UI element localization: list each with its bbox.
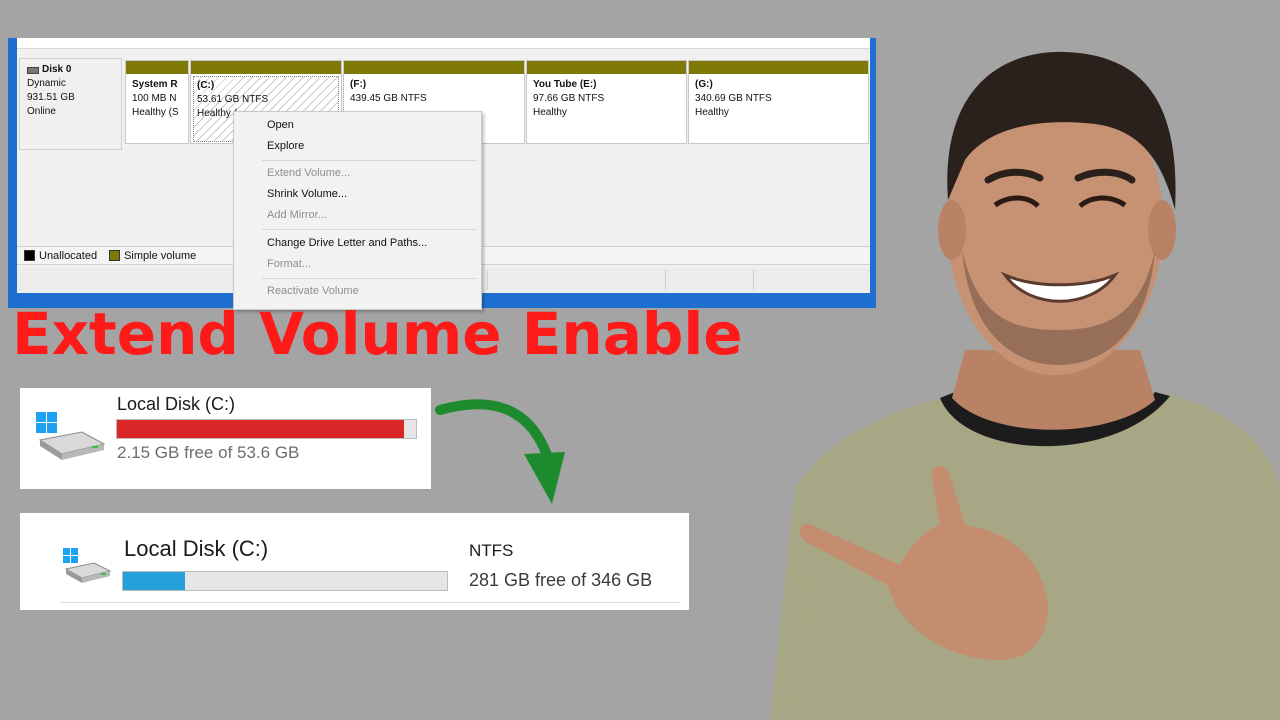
hard-drive-icon [36, 412, 106, 460]
menu-item-change-drive-letter[interactable]: Change Drive Letter and Paths... [267, 237, 427, 249]
menu-separator [262, 229, 477, 230]
menu-item-format[interactable]: Format... [267, 258, 311, 270]
menu-item-open[interactable]: Open [267, 119, 294, 131]
green-arrow-icon [435, 399, 565, 504]
partition-type-bar [191, 61, 341, 74]
partition-status: Healthy (S [132, 107, 179, 118]
disk-info-panel[interactable]: Disk 0 Dynamic 931.51 GB Online [19, 58, 122, 150]
menu-separator [262, 160, 477, 161]
partition-size: 53.61 GB NTFS [197, 94, 269, 105]
partition-name: (C:) [197, 80, 215, 91]
disk-name: Disk 0 [42, 64, 72, 75]
hard-drive-icon [63, 548, 112, 583]
partition-name: System R [132, 79, 178, 90]
partition-type-bar [344, 61, 524, 74]
drive-free-space: 281 GB free of 346 GB [469, 570, 653, 590]
drive-title: Local Disk (C:) [124, 536, 269, 561]
status-divider [665, 270, 666, 290]
legend-simple-volume: Simple volume [109, 250, 196, 262]
legend-swatch [24, 250, 35, 261]
menu-item-shrink-volume[interactable]: Shrink Volume... [267, 188, 347, 200]
drive-free-space: 2.15 GB free of 53.6 GB [117, 443, 300, 462]
row-divider [60, 602, 680, 603]
drive-usage-fill [117, 420, 405, 438]
legend-unallocated: Unallocated [24, 250, 97, 262]
partition-size: 439.45 GB NTFS [350, 93, 427, 104]
presenter-photo [770, 51, 1280, 720]
partition-e[interactable]: You Tube (E:) 97.66 GB NTFS Healthy [526, 60, 687, 144]
partition-type-bar [126, 61, 188, 74]
partition-size: 100 MB N [132, 93, 177, 104]
drive-card-after[interactable]: Local Disk (C:) NTFS 281 GB free of 346 … [20, 513, 689, 610]
legend-swatch [109, 250, 121, 261]
drive-filesystem: NTFS [469, 541, 514, 560]
status-divider [487, 270, 488, 290]
disk-size: 931.51 GB [27, 92, 75, 103]
partition-name: (F:) [350, 79, 367, 90]
partition-type-bar [527, 61, 686, 74]
headline-text: Extend Volume Enable [12, 300, 743, 368]
drive-card-before[interactable]: Local Disk (C:) 2.15 GB free of 53.6 GB [20, 388, 431, 489]
context-menu: Open Explore Extend Volume... Shrink Vol… [233, 111, 482, 310]
drive-usage-bar [122, 571, 448, 591]
menu-separator [262, 278, 477, 279]
menu-item-extend-volume[interactable]: Extend Volume... [267, 167, 350, 179]
drive-usage-bar [116, 419, 417, 439]
menu-item-explore[interactable]: Explore [267, 140, 304, 152]
partition-size: 97.66 GB NTFS [533, 93, 605, 104]
legend-label: Unallocated [39, 249, 98, 262]
disk-status: Online [27, 106, 56, 117]
drive-usage-fill [123, 572, 185, 590]
disk-icon [27, 66, 39, 74]
legend-label: Simple volume [124, 249, 197, 262]
disk-name-row: Disk 0 [27, 63, 121, 77]
disk-type: Dynamic [27, 78, 66, 89]
partition-system-reserved[interactable]: System R 100 MB N Healthy (S [125, 60, 189, 144]
partition-status: Healthy [533, 107, 567, 118]
drive-title: Local Disk (C:) [117, 394, 236, 414]
menu-item-reactivate-volume[interactable]: Reactivate Volume [267, 285, 359, 297]
menu-item-add-mirror[interactable]: Add Mirror... [267, 209, 327, 221]
partition-name: You Tube (E:) [533, 79, 597, 90]
